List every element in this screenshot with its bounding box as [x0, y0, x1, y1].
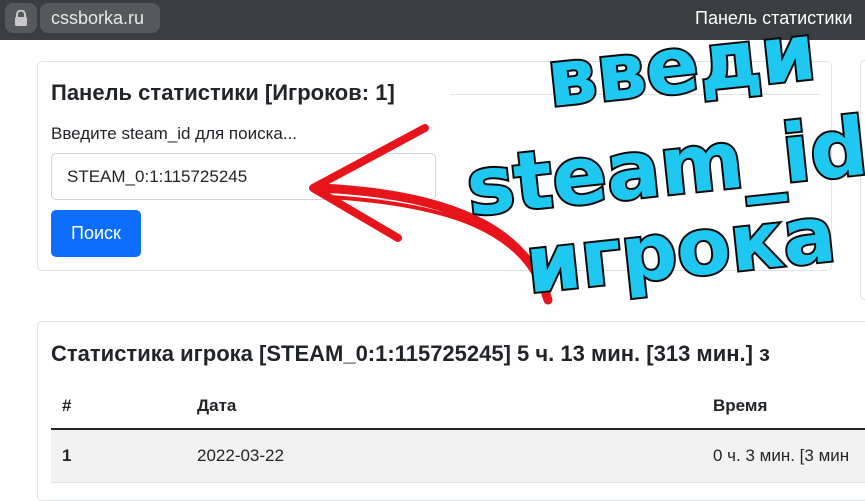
title-divider — [450, 94, 820, 95]
player-stats-card: Статистика игрока [STEAM_0:1:115725245] … — [37, 321, 865, 501]
search-card-title: Панель статистики [Игроков: 1] — [51, 80, 395, 105]
player-stats-title: Статистика игрока [STEAM_0:1:115725245] … — [51, 341, 770, 366]
row-date: 2022-03-22 — [197, 446, 284, 465]
search-label: Введите steam_id для поиска... — [51, 124, 298, 143]
url-text: cssborka.ru — [51, 8, 145, 28]
side-card-edge — [860, 60, 865, 300]
search-card: Панель статистики [Игроков: 1] Введите s… — [37, 61, 832, 271]
steam-id-input[interactable] — [51, 153, 436, 200]
browser-bar: cssborka.ru Панель статистики — [0, 0, 865, 40]
column-header-number: # — [62, 396, 72, 415]
table-header: # Дата Время — [51, 392, 865, 430]
column-header-time: Время — [713, 396, 768, 415]
row-time: 0 ч. 3 мин. [3 мин — [713, 446, 850, 465]
address-bar[interactable]: cssborka.ru — [40, 3, 160, 33]
search-button[interactable]: Поиск — [51, 210, 141, 257]
column-header-date: Дата — [197, 396, 237, 415]
navbar-brand[interactable]: Панель статистики — [695, 8, 865, 29]
lock-icon — [15, 10, 27, 26]
table-row: 1 2022-03-22 0 ч. 3 мин. [3 мин — [51, 430, 865, 483]
row-number: 1 — [62, 446, 72, 465]
site-info-button[interactable] — [5, 3, 37, 33]
